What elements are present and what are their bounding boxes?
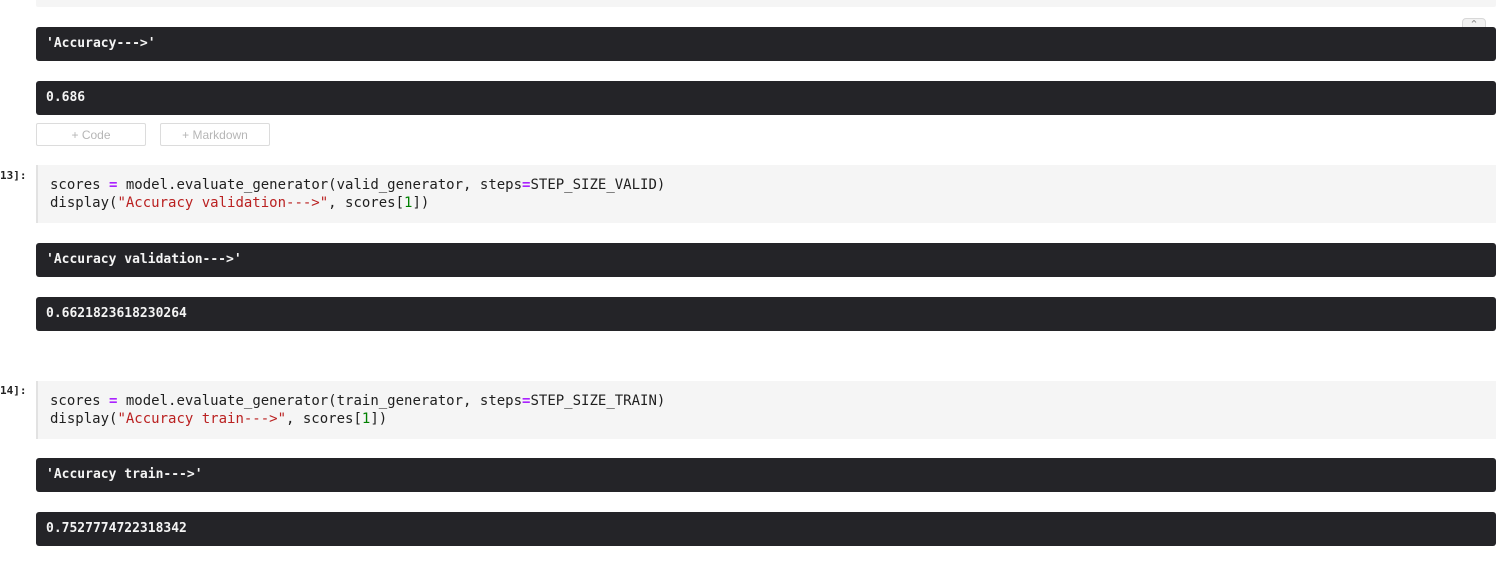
cell-prompt: 14]: — [0, 384, 27, 397]
code-line: display("Accuracy train--->", scores[1]) — [50, 411, 388, 427]
output-accuracy-value: 0.686 — [36, 81, 1496, 115]
output-accuracy-label: 'Accuracy--->' — [36, 27, 1496, 61]
code-line: display("Accuracy validation--->", score… — [50, 195, 430, 211]
output-train-label: 'Accuracy train--->' — [36, 458, 1496, 492]
code-line: scores = model.evaluate_generator(valid_… — [50, 177, 666, 193]
code-cell-14[interactable]: scores = model.evaluate_generator(train_… — [36, 381, 1496, 439]
code-line: scores = model.evaluate_generator(train_… — [50, 393, 666, 409]
output-validation-label: 'Accuracy validation--->' — [36, 243, 1496, 277]
output-validation-value: 0.6621823618230264 — [36, 297, 1496, 331]
output-train-value: 0.7527774722318342 — [36, 512, 1496, 546]
notebook-page: ⌃⌄ 'Accuracy--->' 0.686 + Code + Markdow… — [0, 0, 1510, 579]
previous-cell-tail — [36, 0, 1496, 7]
add-markdown-button[interactable]: + Markdown — [160, 123, 270, 146]
code-cell-13[interactable]: scores = model.evaluate_generator(valid_… — [36, 165, 1496, 223]
add-code-button[interactable]: + Code — [36, 123, 146, 146]
cell-prompt: 13]: — [0, 169, 27, 182]
